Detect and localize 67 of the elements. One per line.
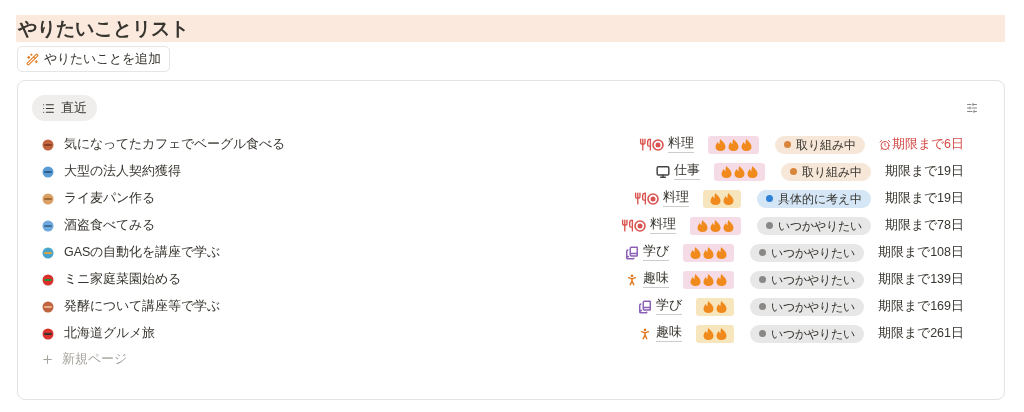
- flame-icon: [690, 246, 702, 259]
- item-title[interactable]: 大型の法人契約獲得: [64, 162, 181, 181]
- flame-icon: [716, 300, 728, 313]
- due-date: 期限まで169日: [878, 298, 964, 316]
- page-title: やりたいことリスト: [17, 19, 189, 38]
- list-icon: [42, 101, 55, 115]
- monitor-icon: [656, 164, 671, 179]
- magic-wand-icon: [26, 52, 39, 66]
- flame-icon: [716, 327, 728, 340]
- category-tag: 学び: [643, 244, 670, 261]
- flame-icon: [716, 273, 728, 286]
- fork-target-icon: [621, 219, 647, 232]
- category-tag: 料理: [668, 136, 695, 153]
- flame-icon: [703, 246, 715, 259]
- plus-icon: [41, 352, 54, 366]
- category-tag: 趣味: [643, 271, 670, 288]
- status-label: いつかやりたい: [771, 244, 856, 262]
- flame-icon: [741, 138, 753, 151]
- flame-icon: [715, 138, 727, 151]
- flame-icon: [734, 165, 746, 178]
- flame-icon: [716, 246, 728, 259]
- flame-icon: [703, 273, 715, 286]
- fork-target-icon: [639, 138, 665, 151]
- flame-icon: [723, 192, 735, 205]
- due-date: 期限まで108日: [878, 244, 964, 262]
- flame-icon: [703, 300, 715, 313]
- item-title[interactable]: 酒盗食べてみる: [64, 216, 155, 235]
- category-tag: 趣味: [656, 325, 683, 342]
- due-date: 期限まで78日: [885, 217, 964, 235]
- status-label: 取り組み中: [802, 163, 863, 181]
- item-title[interactable]: 発酵について講座等で学ぶ: [64, 297, 220, 316]
- flame-icon: [710, 192, 722, 205]
- view-tab[interactable]: 直近: [32, 95, 97, 121]
- status-label: 具体的に考え中: [778, 190, 863, 208]
- status-label: 取り組み中: [796, 136, 857, 154]
- item-title[interactable]: GASの自動化を講座で学ぶ: [64, 243, 221, 262]
- alarm-clock-icon: [879, 138, 892, 151]
- due-date: 期限まで19日: [885, 190, 964, 208]
- status-label: いつかやりたい: [771, 271, 856, 289]
- flame-icon: [728, 138, 740, 151]
- books-icon: [625, 245, 640, 260]
- fork-target-icon: [634, 192, 660, 205]
- status-label: いつかやりたい: [771, 325, 856, 343]
- category-tag: 料理: [650, 217, 677, 234]
- flame-icon: [723, 219, 735, 232]
- flame-icon: [697, 219, 709, 232]
- flame-icon: [703, 327, 715, 340]
- settings-icon[interactable]: [966, 102, 978, 114]
- due-date: 期限まで261日: [878, 325, 964, 343]
- category-tag: 学び: [656, 298, 683, 315]
- status-label: いつかやりたい: [778, 217, 863, 235]
- due-date: 期限まで19日: [885, 163, 964, 181]
- item-title[interactable]: ミニ家庭菜園始める: [64, 270, 181, 289]
- category-tag: 仕事: [674, 163, 701, 180]
- due-date: 期限まで139日: [878, 271, 964, 289]
- books-icon: [638, 299, 653, 314]
- flame-icon: [710, 219, 722, 232]
- item-title[interactable]: 気になってたカフェでベーグル食べる: [64, 135, 285, 154]
- item-title[interactable]: ライ麦パン作る: [64, 189, 155, 208]
- category-tag: 料理: [663, 190, 690, 207]
- item-title[interactable]: 北海道グルメ旅: [64, 324, 155, 343]
- status-label: いつかやりたい: [771, 298, 856, 316]
- add-button[interactable]: やりたいことを追加: [17, 46, 170, 72]
- flame-icon: [690, 273, 702, 286]
- flame-icon: [721, 165, 733, 178]
- flame-icon: [747, 165, 759, 178]
- due-date: 期限まで6日: [892, 136, 964, 154]
